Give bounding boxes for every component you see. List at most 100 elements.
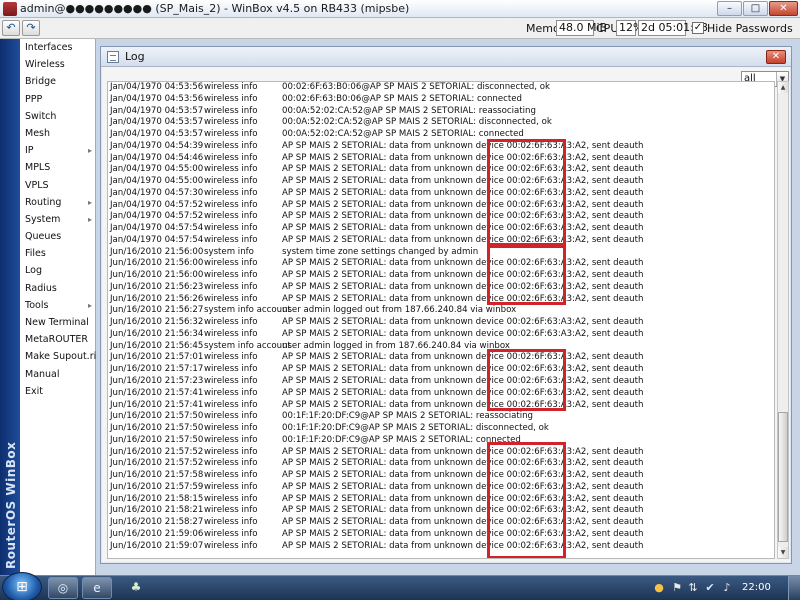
menu-item-interfaces[interactable]: Interfaces xyxy=(20,39,96,56)
log-row[interactable]: Jun/16/2010 21:56:34 wireless info AP SP M… xyxy=(108,329,774,341)
log-message: 00:1F:1F:20:DF:C9@AP SP MAIS 2 SETORIAL:… xyxy=(282,411,534,422)
menu-item-new-terminal[interactable]: New Terminal xyxy=(20,314,96,331)
log-row[interactable]: Jan/04/1970 04:57:54 wireless info AP SP M… xyxy=(108,235,774,247)
menu-item-radius[interactable]: Radius xyxy=(20,280,96,297)
scroll-up-arrow-icon[interactable]: ▲ xyxy=(778,82,788,93)
log-row[interactable]: Jun/16/2010 21:56:00 system info system ti… xyxy=(108,247,774,259)
log-row[interactable]: Jun/16/2010 21:57:41 wireless info AP SP M… xyxy=(108,388,774,400)
log-row[interactable]: Jun/16/2010 21:57:50 wireless info 00:1F:1… xyxy=(108,435,774,447)
log-message: AP SP MAIS 2 SETORIAL: data from unknown… xyxy=(282,152,644,163)
log-topic: wireless info xyxy=(204,540,258,551)
show-desktop-button[interactable] xyxy=(788,576,800,600)
log-row[interactable]: Jun/16/2010 21:56:00 wireless info AP SP M… xyxy=(108,270,774,282)
log-row[interactable]: Jun/16/2010 21:57:17 wireless info AP SP M… xyxy=(108,364,774,376)
tray-check-icon[interactable]: ✔ xyxy=(703,581,717,595)
log-row[interactable]: Jan/04/1970 04:55:00 wireless info AP SP M… xyxy=(108,176,774,188)
tray-chrome-icon[interactable]: ● xyxy=(652,581,666,595)
log-row[interactable]: Jan/04/1970 04:54:39 wireless info AP SP M… xyxy=(108,141,774,153)
close-window-button[interactable]: ✕ xyxy=(769,1,798,16)
log-row[interactable]: Jun/16/2010 21:57:01 wireless info AP SP M… xyxy=(108,352,774,364)
window-title: admin@●●●●●●●●● (SP_Mais_2) - WinBox v4.… xyxy=(20,2,410,15)
log-row[interactable]: Jun/16/2010 21:57:50 wireless info 00:1F:1… xyxy=(108,411,774,423)
log-row[interactable]: Jun/16/2010 21:56:26 wireless info AP SP M… xyxy=(108,294,774,306)
log-row[interactable]: Jan/04/1970 04:53:57 wireless info 00:0A:5… xyxy=(108,106,774,118)
log-row[interactable]: Jan/04/1970 04:53:57 wireless info 00:0A:5… xyxy=(108,117,774,129)
log-row[interactable]: Jun/16/2010 21:57:52 wireless info AP SP M… xyxy=(108,447,774,459)
scroll-down-arrow-icon[interactable]: ▼ xyxy=(778,547,788,558)
log-row[interactable]: Jan/04/1970 04:55:00 wireless info AP SP M… xyxy=(108,164,774,176)
log-scrollbar[interactable]: ▲ ▼ xyxy=(777,81,789,559)
log-topic: wireless info xyxy=(204,164,258,175)
menu-item-wireless[interactable]: Wireless xyxy=(20,56,96,73)
log-row[interactable]: Jan/04/1970 04:53:56 wireless info 00:02:6… xyxy=(108,82,774,94)
log-row[interactable]: Jun/16/2010 21:57:50 wireless info 00:1F:1… xyxy=(108,423,774,435)
menu-item-manual[interactable]: Manual xyxy=(20,366,96,383)
tray-volume-icon[interactable]: ♪ xyxy=(720,581,734,595)
log-message: AP SP MAIS 2 SETORIAL: data from unknown… xyxy=(282,199,644,210)
menu-item-mesh[interactable]: Mesh xyxy=(20,125,96,142)
log-row[interactable]: Jun/16/2010 21:56:00 wireless info AP SP M… xyxy=(108,258,774,270)
log-row[interactable]: Jan/04/1970 04:57:54 wireless info AP SP M… xyxy=(108,223,774,235)
log-row[interactable]: Jan/04/1970 04:53:56 wireless info 00:02:6… xyxy=(108,94,774,106)
menu-item-exit[interactable]: Exit xyxy=(20,383,96,400)
log-row[interactable]: Jun/16/2010 21:57:59 wireless info AP SP M… xyxy=(108,482,774,494)
menu-item-files[interactable]: Files xyxy=(20,245,96,262)
tray-network-icon[interactable]: ⇅ xyxy=(686,581,700,595)
log-time: Jun/16/2010 21:56:00 xyxy=(110,270,204,281)
menu-item-queues[interactable]: Queues xyxy=(20,228,96,245)
menu-item-tools[interactable]: Tools ▸ xyxy=(20,297,96,314)
log-row[interactable]: Jun/16/2010 21:57:23 wireless info AP SP M… xyxy=(108,376,774,388)
log-row[interactable]: Jun/16/2010 21:58:15 wireless info AP SP M… xyxy=(108,494,774,506)
menu-item-metarouter[interactable]: MetaROUTER xyxy=(20,331,96,348)
log-row[interactable]: Jan/04/1970 04:53:57 wireless info 00:0A:5… xyxy=(108,129,774,141)
log-message: AP SP MAIS 2 SETORIAL: data from unknown… xyxy=(282,352,644,363)
log-row[interactable]: Jun/16/2010 21:58:21 wireless info AP SP M… xyxy=(108,505,774,517)
menu-item-log[interactable]: Log xyxy=(20,262,96,279)
log-close-button[interactable]: ✕ xyxy=(766,50,786,64)
log-message: 00:02:6F:63:B0:06@AP SP MAIS 2 SETORIAL:… xyxy=(282,93,522,104)
redo-button[interactable]: ↷ xyxy=(22,20,40,36)
log-row[interactable]: Jun/16/2010 21:56:32 wireless info AP SP M… xyxy=(108,317,774,329)
log-row[interactable]: Jun/16/2010 21:58:27 wireless info AP SP M… xyxy=(108,517,774,529)
log-time: Jun/16/2010 21:57:50 xyxy=(110,423,204,434)
log-window-titlebar[interactable]: Log ✕ xyxy=(101,47,791,67)
menu-item-bridge[interactable]: Bridge xyxy=(20,73,96,90)
menu-item-ip[interactable]: IP ▸ xyxy=(20,142,96,159)
log-topic: wireless info xyxy=(204,458,258,469)
log-row[interactable]: Jun/16/2010 21:59:07 wireless info AP SP M… xyxy=(108,541,774,553)
menu-item-routing[interactable]: Routing ▸ xyxy=(20,194,96,211)
log-row[interactable]: Jun/16/2010 21:57:58 wireless info AP SP M… xyxy=(108,470,774,482)
scroll-thumb[interactable] xyxy=(778,412,788,542)
minimize-button[interactable]: – xyxy=(717,1,742,16)
taskbar-ie-icon[interactable]: e xyxy=(82,577,112,599)
log-row[interactable]: Jan/04/1970 04:54:46 wireless info AP SP M… xyxy=(108,153,774,165)
maximize-button[interactable]: □ xyxy=(743,1,768,16)
log-row[interactable]: Jun/16/2010 21:57:52 wireless info AP SP M… xyxy=(108,458,774,470)
menu-item-vpls[interactable]: VPLS xyxy=(20,177,96,194)
log-row[interactable]: Jun/16/2010 21:56:27 system info account u… xyxy=(108,305,774,317)
hide-passwords-checkbox[interactable]: ✓ xyxy=(692,22,704,34)
log-row[interactable]: Jan/04/1970 04:57:52 wireless info AP SP M… xyxy=(108,200,774,212)
menu-item-switch[interactable]: Switch xyxy=(20,108,96,125)
log-time: Jun/16/2010 21:56:27 xyxy=(110,305,204,316)
menu-item-mpls[interactable]: MPLS xyxy=(20,159,96,176)
log-topic: wireless info xyxy=(204,234,258,245)
undo-button[interactable]: ↶ xyxy=(2,20,20,36)
taskbar-clock[interactable]: 22:00 xyxy=(742,582,771,593)
log-row[interactable]: Jan/04/1970 04:57:30 wireless info AP SP M… xyxy=(108,188,774,200)
log-message: AP SP MAIS 2 SETORIAL: data from unknown… xyxy=(282,140,644,151)
menu-item-ppp[interactable]: PPP xyxy=(20,91,96,108)
log-row[interactable]: Jun/16/2010 21:56:23 wireless info AP SP M… xyxy=(108,282,774,294)
taskbar-winbox-icon[interactable]: ◎ xyxy=(48,577,78,599)
start-button[interactable]: ⊞ xyxy=(2,572,42,600)
taskbar-network-icon[interactable]: ♣ xyxy=(124,577,148,599)
log-row[interactable]: Jun/16/2010 21:56:45 system info account u… xyxy=(108,341,774,353)
menu-item-make-supout-rif[interactable]: Make Supout.rif xyxy=(20,348,100,365)
log-row[interactable]: Jan/04/1970 04:57:52 wireless info AP SP M… xyxy=(108,211,774,223)
menu-item-system[interactable]: System ▸ xyxy=(20,211,96,228)
log-topic: wireless info xyxy=(204,528,258,539)
log-time: Jun/16/2010 21:56:00 xyxy=(110,258,204,269)
tray-flag-icon[interactable]: ⚑ xyxy=(670,581,684,595)
log-row[interactable]: Jun/16/2010 21:59:06 wireless info AP SP M… xyxy=(108,529,774,541)
log-row[interactable]: Jun/16/2010 21:57:41 wireless info AP SP M… xyxy=(108,400,774,412)
